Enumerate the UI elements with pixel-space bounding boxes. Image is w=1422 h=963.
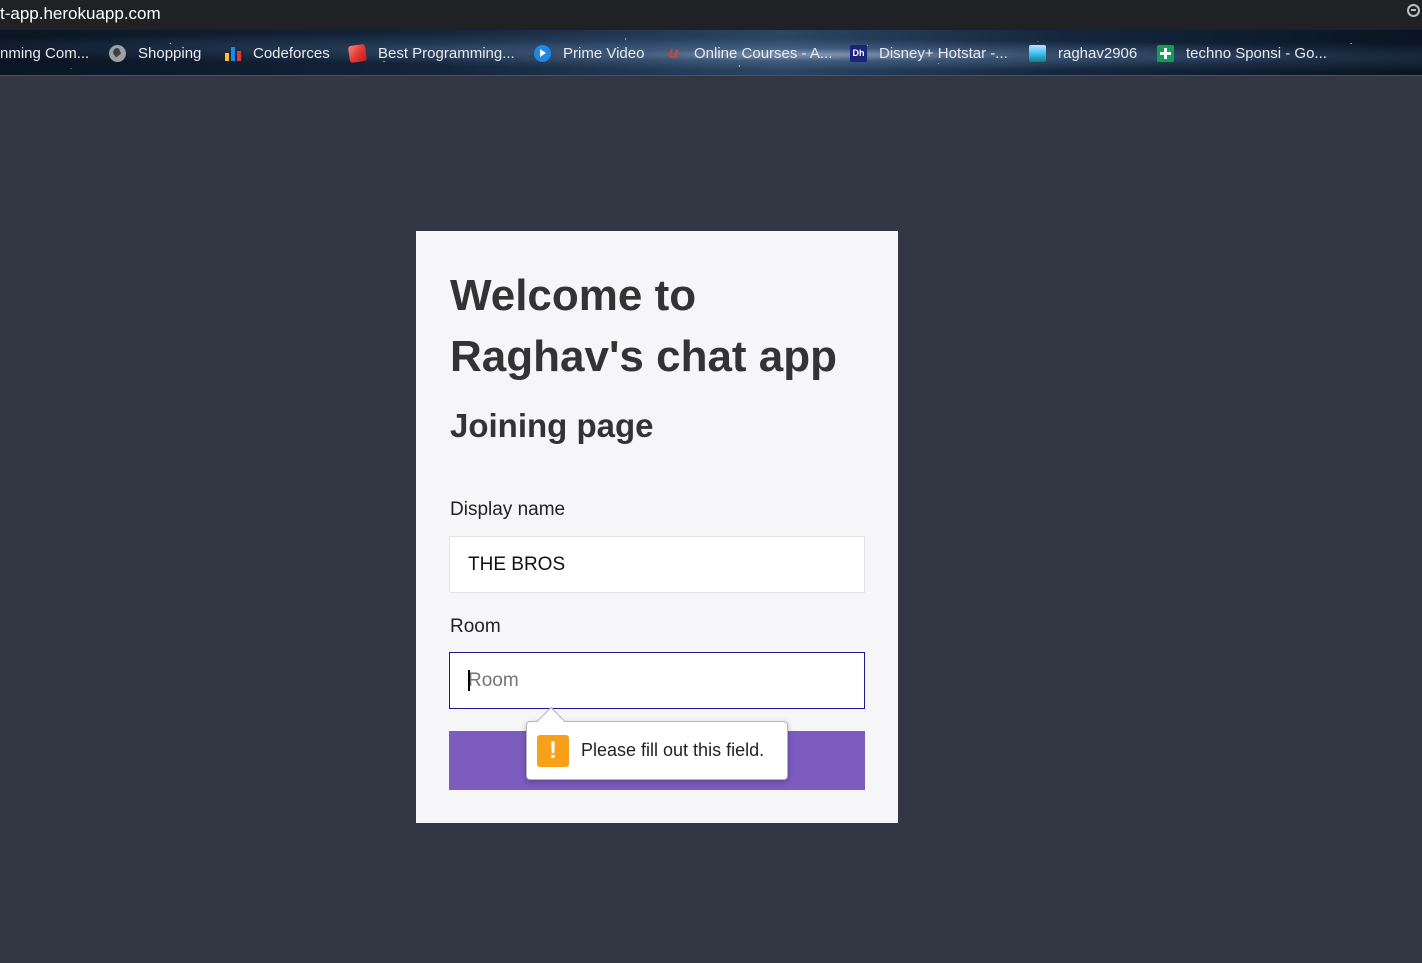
bookmark-label: raghav2906	[1058, 44, 1138, 62]
globe-icon	[109, 44, 126, 62]
sheets-icon	[1157, 44, 1174, 62]
page-title: Welcome to Raghav's chat app	[450, 271, 838, 381]
room-placeholder: Room	[468, 669, 519, 691]
box-icon	[347, 43, 368, 63]
display-name-input[interactable]: THE BROS	[449, 536, 865, 593]
address-bar[interactable]: t-app.herokuapp.com	[0, 0, 1422, 30]
bookmark-prime-video[interactable]: Prime Video	[534, 42, 644, 64]
bookmark-label: Prime Video	[563, 44, 645, 62]
bookmark-label: Codeforces	[253, 44, 330, 62]
page-subtitle: Joining page	[450, 407, 654, 444]
validation-message: Please fill out this field.	[581, 740, 765, 760]
url-text[interactable]: t-app.herokuapp.com	[0, 4, 161, 24]
prime-video-icon	[534, 44, 551, 62]
bookmark-disney-hotstar[interactable]: Dh Disney+ Hotstar -...	[850, 42, 1008, 64]
bookmark-codeforces[interactable]: Codeforces	[224, 42, 330, 64]
validation-tooltip: ! Please fill out this field.	[526, 706, 788, 780]
display-name-label: Display name	[450, 499, 566, 520]
bookmark-best-programming[interactable]: Best Programming...	[347, 42, 515, 64]
bookmark-label: techno Sponsi - Go...	[1186, 44, 1327, 62]
bookmark-label: Online Courses - A...	[694, 44, 833, 62]
bookmark-raghav2906[interactable]: raghav2906	[1029, 42, 1137, 64]
bookmark-label: Shopping	[138, 44, 202, 62]
codeforces-icon	[224, 45, 241, 62]
zoom-icon[interactable]	[1407, 4, 1420, 17]
bookmark-shopping[interactable]: Shopping	[109, 42, 201, 64]
warning-icon: !	[537, 734, 569, 767]
hotstar-icon: Dh	[850, 44, 867, 62]
avatar-icon	[1029, 44, 1046, 62]
online-courses-icon: u	[668, 44, 679, 62]
bookmark-programming-community[interactable]: nming Com...	[0, 42, 89, 64]
bookmark-techno-sponsi[interactable]: techno Sponsi - Go...	[1157, 42, 1327, 64]
bookmark-label: Disney+ Hotstar -...	[879, 44, 1008, 62]
text-caret	[468, 670, 470, 691]
bookmark-label: Best Programming...	[378, 44, 515, 62]
bookmarks-bar: nming Com... Shopping Codeforces Best Pr…	[0, 30, 1422, 76]
bookmark-online-courses[interactable]: u Online Courses - A...	[665, 42, 833, 64]
display-name-value: THE BROS	[468, 553, 566, 575]
bookmark-label: nming Com...	[0, 44, 90, 62]
room-input[interactable]: Room	[449, 652, 865, 709]
room-label: Room	[450, 616, 501, 637]
